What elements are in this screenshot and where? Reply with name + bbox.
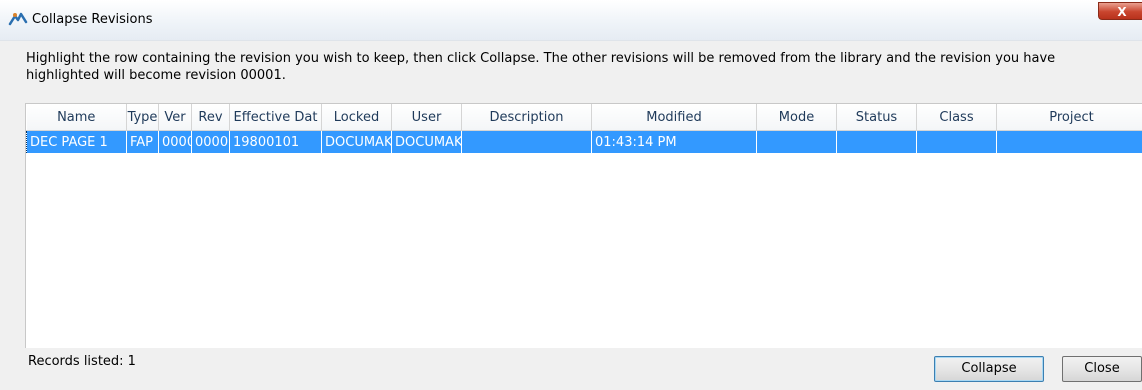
cell-class — [916, 130, 997, 153]
close-button[interactable]: Close — [1062, 356, 1142, 382]
column-header-rev[interactable]: Rev — [191, 104, 230, 131]
cell-effective-date: 19800101 — [229, 130, 322, 153]
table-header-row: Name Type Ver Rev Effective Dat Locked U… — [26, 104, 1142, 131]
table-row[interactable]: DEC PAGE 1 FAP 00001 00001 19800101 DOCU… — [26, 130, 1142, 153]
close-icon: X — [1117, 5, 1127, 19]
collapse-revisions-dialog: Collapse Revisions X Highlight the row c… — [0, 0, 1142, 390]
column-header-modified[interactable]: Modified — [591, 104, 757, 131]
cell-description — [461, 130, 592, 153]
cell-modified: 01:43:14 PM — [591, 130, 757, 153]
column-header-user[interactable]: User — [391, 104, 462, 131]
column-header-type[interactable]: Type — [126, 104, 159, 131]
cell-status — [836, 130, 917, 153]
window-title: Collapse Revisions — [32, 12, 153, 27]
cell-type: FAP — [126, 130, 159, 153]
cell-mode — [756, 130, 837, 153]
cell-user: DOCUMAKE — [391, 130, 462, 153]
column-header-status[interactable]: Status — [836, 104, 917, 131]
cell-project — [996, 130, 1142, 153]
cell-locked: DOCUMAKE — [321, 130, 392, 153]
column-header-locked[interactable]: Locked — [321, 104, 392, 131]
collapse-button[interactable]: Collapse — [934, 356, 1044, 382]
records-listed-label: Records listed: 1 — [28, 354, 136, 369]
revisions-table[interactable]: Name Type Ver Rev Effective Dat Locked U… — [25, 103, 1142, 348]
cell-ver: 00001 — [158, 130, 192, 153]
column-header-class[interactable]: Class — [916, 104, 997, 131]
column-header-mode[interactable]: Mode — [756, 104, 837, 131]
instructions-text: Highlight the row containing the revisio… — [26, 51, 1056, 83]
cell-name: DEC PAGE 1 — [26, 130, 127, 153]
app-icon — [8, 10, 28, 26]
column-header-name[interactable]: Name — [26, 104, 127, 131]
window-close-button[interactable]: X — [1098, 2, 1142, 20]
column-header-ver[interactable]: Ver — [158, 104, 192, 131]
title-bar: Collapse Revisions X — [0, 0, 1142, 41]
column-header-effective-date[interactable]: Effective Dat — [229, 104, 322, 131]
column-header-project[interactable]: Project — [996, 104, 1142, 131]
cell-rev: 00001 — [191, 130, 230, 153]
column-header-description[interactable]: Description — [461, 104, 592, 131]
